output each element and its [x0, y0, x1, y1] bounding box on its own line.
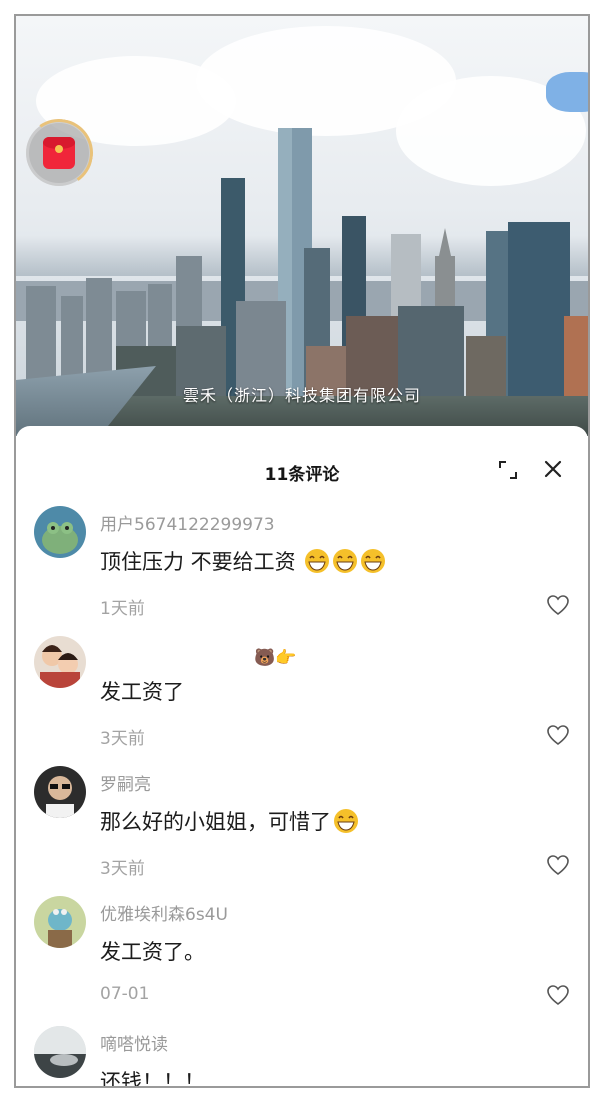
comment-item: 优雅埃利森6s4U 发工资了。 07-01 [16, 896, 588, 1024]
frog-avatar-icon [42, 522, 78, 554]
comment-username[interactable]: 优雅埃利森6s4U [100, 900, 228, 925]
man-avatar-icon [46, 776, 74, 818]
avatar[interactable] [34, 506, 86, 558]
comment-username[interactable]: 罗嗣亮 [100, 770, 151, 795]
comment-item: 🐻👉 发工资了 3天前 [16, 636, 588, 764]
comment-time: 1天前 [100, 599, 145, 619]
red-envelope-icon [43, 137, 75, 169]
comments-panel: 11条评论 用户5674122299973 顶住压力 不要给工资 1天前 🐻👉 … [16, 426, 588, 1088]
avatar[interactable] [34, 636, 86, 688]
landscape-avatar-icon [34, 1026, 86, 1078]
comment-text: 那么好的小姐姐，可惜了 [100, 806, 359, 836]
comment-text: 发工资了。 [100, 940, 205, 964]
grin-emoji-icon [333, 549, 358, 573]
couple-avatar-icon [40, 645, 80, 688]
grin-emoji-icon [334, 809, 358, 833]
comment-item: 罗嗣亮 那么好的小姐姐，可惜了 3天前 [16, 766, 588, 894]
comment-item: 嘀嗒悦读 还钱！！！ [16, 1026, 588, 1088]
close-icon[interactable] [542, 458, 564, 480]
comment-time: 3天前 [100, 729, 145, 749]
video-watermark: 雲禾（浙江）科技集团有限公司 [182, 386, 421, 405]
comment-text: 发工资了 [100, 680, 184, 704]
like-heart-icon[interactable] [546, 594, 570, 616]
comment-time: 07-01 [100, 984, 150, 1004]
phone-frame: 雲禾（浙江）科技集团有限公司 11条评论 用户5674122299973 顶住压… [14, 14, 590, 1088]
comment-username[interactable]: 用户5674122299973 [100, 510, 275, 535]
expand-icon[interactable] [498, 460, 518, 480]
like-heart-icon[interactable] [546, 724, 570, 746]
avatar[interactable] [34, 896, 86, 948]
like-heart-icon[interactable] [546, 984, 570, 1006]
avatar[interactable] [34, 1026, 86, 1078]
like-heart-icon[interactable] [546, 854, 570, 876]
comment-username[interactable]: 嘀嗒悦读 [100, 1030, 168, 1055]
comments-header: 11条评论 [16, 426, 588, 486]
grin-emoji-icon [305, 549, 330, 573]
video-player[interactable]: 雲禾（浙江）科技集团有限公司 [16, 16, 588, 436]
comment-text-body: 顶住压力 不要给工资 [100, 550, 296, 574]
avatar[interactable] [34, 766, 86, 818]
comment-time: 3天前 [100, 859, 145, 879]
grin-emoji-icon [361, 549, 386, 573]
comment-text: 顶住压力 不要给工资 [100, 546, 386, 576]
user-badge-emoji: 🐻👉 [254, 648, 297, 668]
comment-item: 用户5674122299973 顶住压力 不要给工资 1天前 [16, 506, 588, 634]
character-avatar-icon [48, 909, 72, 948]
comment-text: 还钱！！！ [100, 1070, 205, 1088]
red-envelope-button[interactable] [19, 113, 99, 193]
comment-text-body: 那么好的小姐姐，可惜了 [100, 810, 331, 834]
